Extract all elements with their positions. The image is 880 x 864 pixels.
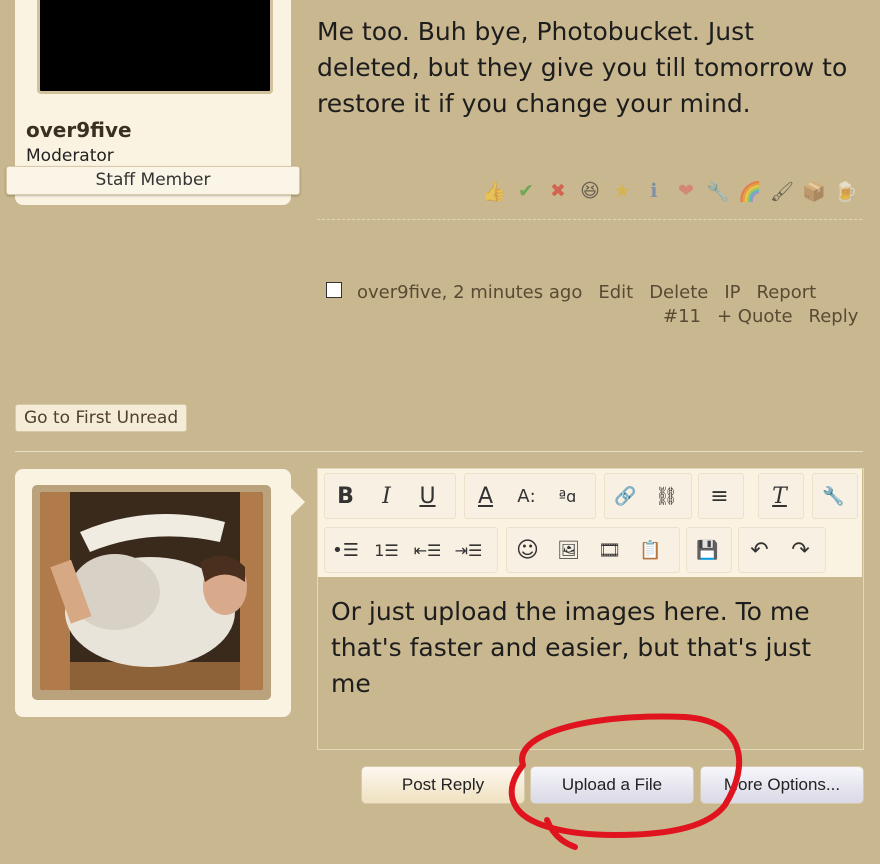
red-circle-annotation — [508, 713, 743, 850]
editor-toolbar: B I U A A꞉ ªɑ 🔗 ⛓ ≡ T 🔧 •☰ 1☰ ⇤☰ ⇥☰ ☺ 🖼 … — [318, 469, 862, 577]
insert-more-icon[interactable]: 📋 — [630, 528, 671, 572]
mug-icon[interactable]: 🍺 — [832, 177, 860, 205]
thumbs-up-icon[interactable]: 👍 — [480, 177, 508, 205]
bold-button[interactable]: B — [325, 474, 366, 518]
username[interactable]: over9five — [26, 118, 132, 142]
paintbrush-icon[interactable]: 🖌 — [768, 177, 796, 205]
heart-icon[interactable]: ❤ — [672, 177, 700, 205]
remove-format-icon[interactable]: T — [759, 474, 800, 518]
redo-icon[interactable]: ↷ — [780, 528, 821, 572]
underline-button[interactable]: U — [407, 474, 448, 518]
user-role: Moderator — [26, 146, 114, 166]
post-meta-actions: #11 + Quote Reply — [663, 306, 858, 327]
numbered-list-icon[interactable]: 1☰ — [366, 528, 407, 572]
post-message: Me too. Buh bye, Photobucket. Just delet… — [317, 17, 848, 118]
info-icon[interactable]: ℹ — [640, 177, 668, 205]
smilie-icon[interactable]: ☺ — [507, 528, 548, 572]
delete-link[interactable]: Delete — [649, 282, 708, 303]
edit-link[interactable]: Edit — [598, 282, 633, 303]
reaction-bar: 👍 ✔ ✖ 😆 ★ ℹ ❤ 🔧 🌈 🖌 📦 🍺 — [480, 177, 860, 205]
align-icon[interactable]: ≡ — [699, 474, 740, 518]
font-size-icon[interactable]: A꞉ — [506, 474, 547, 518]
ip-link[interactable]: IP — [724, 282, 740, 303]
editor-content[interactable]: Or just upload the images here. To me th… — [331, 594, 851, 702]
go-to-first-unread-button[interactable]: Go to First Unread — [15, 404, 188, 432]
indent-icon[interactable]: ⇥☰ — [448, 528, 489, 572]
select-post-checkbox[interactable] — [326, 282, 342, 298]
toggle-bbcode-icon[interactable]: 🔧 — [813, 474, 854, 518]
post-meta: over9five, 2 minutes ago Edit Delete IP … — [357, 282, 816, 303]
outdent-icon[interactable]: ⇤☰ — [407, 528, 448, 572]
check-icon[interactable]: ✔ — [512, 177, 540, 205]
post-author-time[interactable]: over9five, 2 minutes ago — [357, 282, 582, 303]
unlink-icon[interactable]: ⛓ — [646, 474, 687, 518]
quote-link[interactable]: + Quote — [717, 306, 793, 327]
reply-link[interactable]: Reply — [809, 306, 859, 327]
x-icon[interactable]: ✖ — [544, 177, 572, 205]
save-draft-icon[interactable]: 💾 — [687, 528, 728, 572]
avatar[interactable] — [37, 0, 273, 94]
rainbow-icon[interactable]: 🌈 — [736, 177, 764, 205]
divider — [15, 451, 863, 452]
undo-icon[interactable]: ↶ — [739, 528, 780, 572]
text-color-icon[interactable]: A — [465, 474, 506, 518]
bullet-list-icon[interactable]: •☰ — [325, 528, 366, 572]
post-number[interactable]: #11 — [663, 306, 701, 327]
image-icon[interactable]: 🖼 — [548, 528, 589, 572]
reply-card-arrow — [291, 488, 305, 516]
post-separator — [317, 219, 862, 220]
staff-member-badge: Staff Member — [6, 166, 300, 195]
link-icon[interactable]: 🔗 — [605, 474, 646, 518]
wrench-icon[interactable]: 🔧 — [704, 177, 732, 205]
report-link[interactable]: Report — [757, 282, 817, 303]
font-family-icon[interactable]: ªɑ — [547, 474, 588, 518]
box-icon[interactable]: 📦 — [800, 177, 828, 205]
italic-button[interactable]: I — [366, 474, 407, 518]
media-icon[interactable]: 🎞 — [589, 528, 630, 572]
laugh-icon[interactable]: 😆 — [576, 177, 604, 205]
star-icon[interactable]: ★ — [608, 177, 636, 205]
reply-avatar[interactable] — [40, 492, 263, 690]
